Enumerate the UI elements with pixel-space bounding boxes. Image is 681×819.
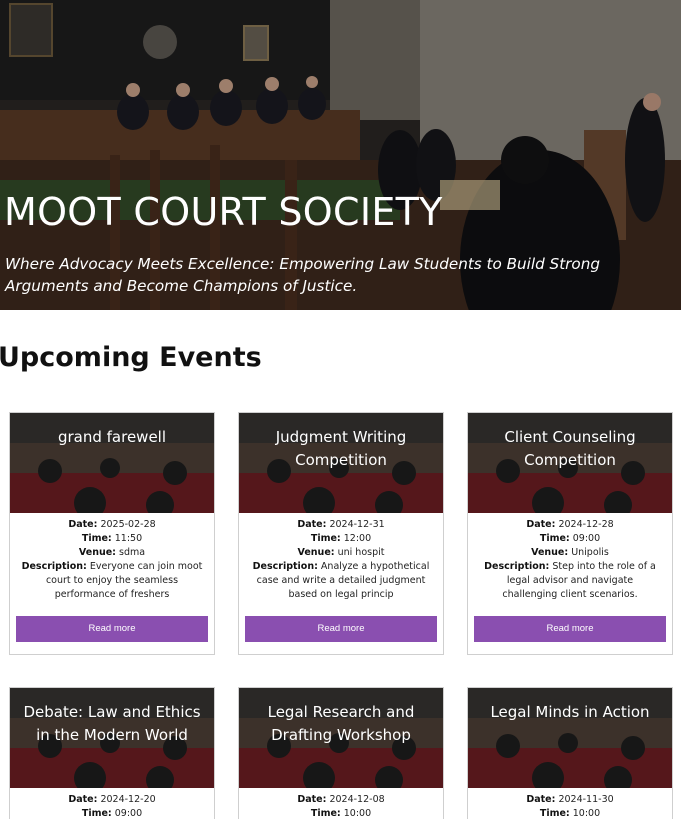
event-thumbnail: Debate: Law and Ethics in the Modern Wor… <box>10 688 214 788</box>
section-title-upcoming-events: Upcoming Events <box>0 342 262 373</box>
read-more-button[interactable]: Read more <box>16 616 208 642</box>
event-venue: Venue: uni hospit <box>297 547 385 558</box>
event-thumbnail: Legal Research and Drafting Workshop <box>239 688 443 788</box>
event-description: Description: Everyone can join moot cour… <box>21 561 203 600</box>
event-title: Judgment Writing Competition <box>275 428 407 469</box>
event-thumbnail: Judgment Writing Competition <box>239 413 443 513</box>
event-venue: Venue: Unipolis <box>531 547 609 558</box>
event-description: Description: Analyze a hypothetical case… <box>252 561 430 600</box>
event-title: Debate: Law and Ethics in the Modern Wor… <box>23 703 201 744</box>
hero-subtitle: Where Advocacy Meets Excellence: Empower… <box>5 255 600 295</box>
event-time: Time: 12:00 <box>310 533 372 544</box>
event-card: Client Counseling Competition Date: 2024… <box>467 412 673 655</box>
event-date: Date: 2024-12-20 <box>68 794 156 805</box>
event-thumbnail: Client Counseling Competition <box>468 413 672 513</box>
event-time: Time: 10:00 <box>539 808 601 819</box>
event-time: Time: 09:00 <box>539 533 601 544</box>
event-card: grand farewell Date: 2025-02-28 Time: 11… <box>9 412 215 655</box>
event-thumbnail: grand farewell <box>10 413 214 513</box>
event-card: Legal Minds in Action Date: 2024-11-30 T… <box>467 687 673 819</box>
event-time: Time: 09:00 <box>81 808 143 819</box>
event-title: Legal Research and Drafting Workshop <box>267 703 415 744</box>
hero-banner: MOOT COURT SOCIETY Where Advocacy Meets … <box>0 0 681 310</box>
event-date: Date: 2024-12-28 <box>526 519 614 530</box>
event-thumbnail: Legal Minds in Action <box>468 688 672 788</box>
hero-title: MOOT COURT SOCIETY <box>4 190 443 234</box>
event-time: Time: 11:50 <box>81 533 143 544</box>
event-date: Date: 2025-02-28 <box>68 519 156 530</box>
event-date: Date: 2024-12-08 <box>297 794 385 805</box>
event-time: Time: 10:00 <box>310 808 372 819</box>
event-card: Debate: Law and Ethics in the Modern Wor… <box>9 687 215 819</box>
event-date: Date: 2024-11-30 <box>526 794 614 805</box>
read-more-button[interactable]: Read more <box>474 616 666 642</box>
event-description: Description: Step into the role of a leg… <box>484 561 656 600</box>
event-date: Date: 2024-12-31 <box>297 519 385 530</box>
read-more-button[interactable]: Read more <box>245 616 437 642</box>
event-title: Legal Minds in Action <box>490 703 650 721</box>
event-title: Client Counseling Competition <box>504 428 636 469</box>
event-card: Legal Research and Drafting Workshop Dat… <box>238 687 444 819</box>
event-venue: Venue: sdma <box>78 547 146 558</box>
event-title: grand farewell <box>57 428 167 446</box>
event-card: Judgment Writing Competition Date: 2024-… <box>238 412 444 655</box>
